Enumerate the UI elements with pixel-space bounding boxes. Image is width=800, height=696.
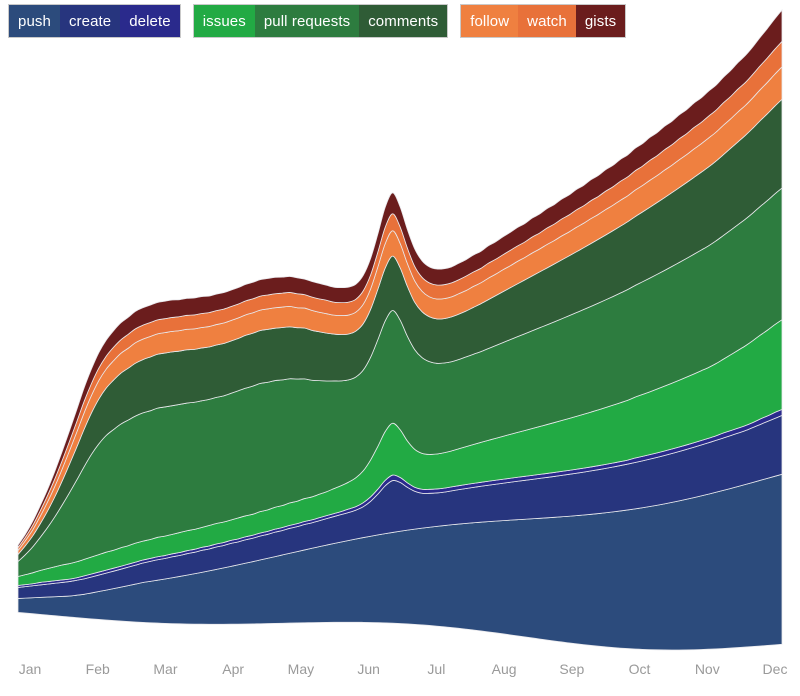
- legend-group-collaboration-activity: issues pull requests comments: [192, 4, 449, 38]
- legend-item-create[interactable]: create: [59, 5, 121, 37]
- x-axis-tick-sep: Sep: [559, 661, 585, 677]
- stream-chart[interactable]: [0, 0, 800, 696]
- legend-item-comments[interactable]: comments: [359, 5, 448, 37]
- legend-item-pull-requests[interactable]: pull requests: [254, 5, 360, 37]
- legend: push create delete issues pull requests comme…: [8, 4, 627, 38]
- x-axis-tick-mar: Mar: [153, 661, 178, 677]
- x-axis-tick-nov: Nov: [694, 661, 720, 677]
- x-axis-tick-may: May: [287, 661, 315, 677]
- x-axis-tick-jun: Jun: [357, 661, 380, 677]
- legend-item-issues[interactable]: issues: [193, 5, 255, 37]
- legend-item-delete[interactable]: delete: [120, 5, 180, 37]
- x-axis-tick-jul: Jul: [427, 661, 446, 677]
- legend-item-gists[interactable]: gists: [575, 5, 626, 37]
- legend-item-push[interactable]: push: [9, 5, 60, 37]
- legend-group-social-activity: follow watch gists: [460, 4, 627, 38]
- x-axis-tick-jan: Jan: [18, 661, 42, 677]
- legend-item-follow[interactable]: follow: [461, 5, 519, 37]
- x-axis-tick-oct: Oct: [628, 661, 651, 677]
- legend-group-repository-activity: push create delete: [8, 4, 181, 38]
- x-axis-tick-feb: Feb: [85, 661, 110, 677]
- streamgraph-page: push create delete issues pull requests comme…: [0, 0, 800, 696]
- x-axis: Jan Feb Mar Apr May Jun Jul Aug Sep Oct Nov Dec: [0, 660, 800, 684]
- x-axis-tick-apr: Apr: [222, 661, 245, 677]
- x-axis-tick-aug: Aug: [491, 661, 517, 677]
- legend-item-watch[interactable]: watch: [518, 5, 576, 37]
- x-axis-tick-dec: Dec: [762, 661, 788, 677]
- chart-area: [0, 0, 800, 696]
